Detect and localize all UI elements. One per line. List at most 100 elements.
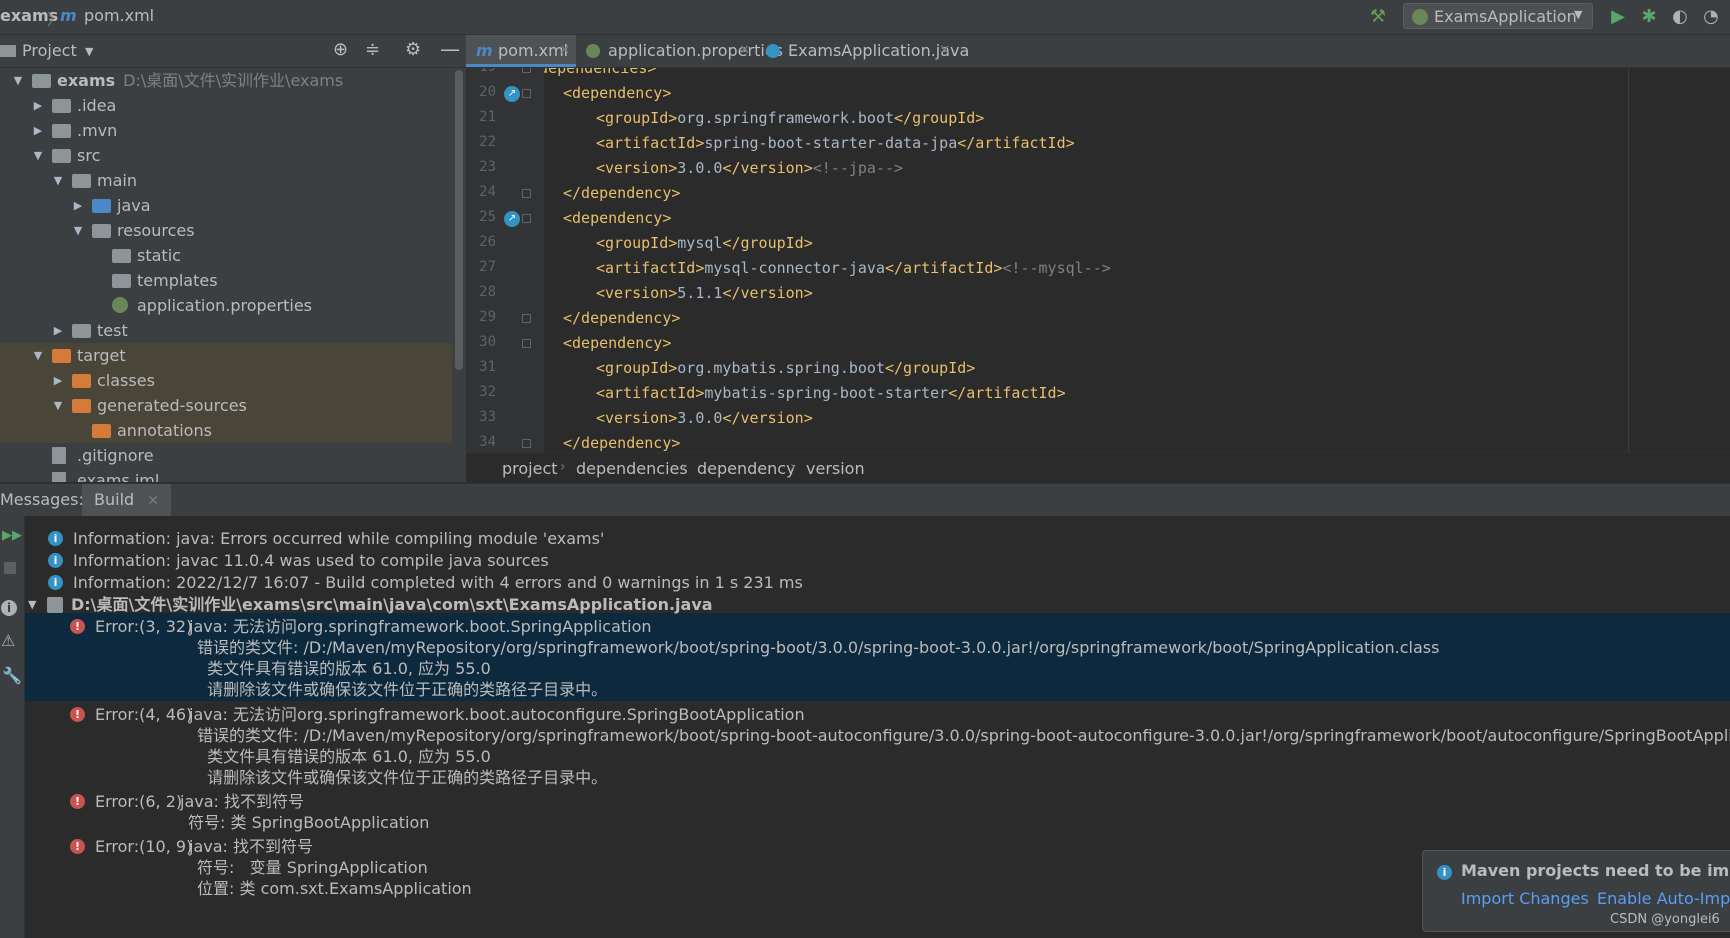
info-filter-icon[interactable]: i <box>1 600 17 616</box>
breadcrumb-file[interactable]: pom.xml <box>84 6 154 25</box>
run-icon[interactable]: ▶ <box>1607 6 1629 28</box>
tree-item[interactable]: ▼ resources <box>0 218 452 243</box>
fold-marker-icon[interactable] <box>522 439 531 448</box>
import-changes-link[interactable]: Import Changes <box>1461 889 1589 908</box>
collapse-all-icon[interactable]: ≑ <box>365 39 380 60</box>
breadcrumb-dependencies[interactable]: dependencies <box>576 459 688 478</box>
close-icon[interactable]: ✕ <box>559 35 570 67</box>
stop-icon[interactable] <box>4 562 16 574</box>
close-icon[interactable]: ✕ <box>939 35 950 67</box>
warning-filter-icon[interactable]: ⚠ <box>1 631 15 650</box>
code-line[interactable]: <version>5.1.1</version> <box>596 281 813 306</box>
code-line[interactable]: <groupId>org.springframework.boot</group… <box>596 106 984 131</box>
tree-item[interactable]: ▶ classes <box>0 368 452 393</box>
tree-item[interactable]: ▼ main <box>0 168 452 193</box>
breadcrumb-project[interactable]: project <box>502 459 558 478</box>
editor-tab[interactable]: ExamsApplication.java ✕ <box>756 35 969 67</box>
collapse-arrow-icon[interactable]: ▶ <box>52 318 64 343</box>
close-icon[interactable]: ✕ <box>739 35 750 67</box>
code-line[interactable]: <dependency> <box>563 331 671 356</box>
collapse-arrow-icon[interactable]: ▶ <box>72 193 84 218</box>
project-tree[interactable]: ▼ exams D:\桌面\文件\实训作业\exams ▶ .idea ▶ .mvn ▼ src… <box>0 68 452 482</box>
error-message[interactable]: java: 找不到符号 <box>180 791 304 812</box>
fold-marker-icon[interactable] <box>522 189 531 198</box>
project-tree-scrollbar[interactable] <box>452 68 466 482</box>
collapse-arrow-icon[interactable]: ▶ <box>32 93 44 118</box>
code-line[interactable]: <dependency> <box>563 206 671 231</box>
tree-item[interactable]: annotations <box>0 418 452 443</box>
code-line[interactable]: <groupId>org.mybatis.spring.boot</groupI… <box>596 356 975 381</box>
tree-item[interactable]: static <box>0 243 452 268</box>
code-line[interactable]: <artifactId>mybatis-spring-boot-starter<… <box>596 381 1066 406</box>
code-line[interactable]: </dependency> <box>563 306 680 331</box>
code-line[interactable]: <dependency> <box>563 81 671 106</box>
debug-icon[interactable]: ✱ <box>1638 6 1660 28</box>
code-line[interactable]: <dependencies> <box>544 68 656 81</box>
fold-marker-icon[interactable] <box>522 68 531 73</box>
code-line[interactable]: <artifactId>spring-boot-starter-data-jpa… <box>596 131 1075 156</box>
fold-marker-icon[interactable] <box>522 214 531 223</box>
chevron-down-icon[interactable]: ▼ <box>85 45 93 58</box>
tree-item[interactable]: exams.iml <box>0 468 452 482</box>
hammer-build-icon[interactable]: ⚒ <box>1367 6 1389 28</box>
message-text[interactable]: Information: javac 11.0.4 was used to co… <box>73 550 549 571</box>
tree-item[interactable]: templates <box>0 268 452 293</box>
code-line[interactable]: <groupId>mysql</groupId> <box>596 231 813 256</box>
error-message[interactable]: java: 无法访问org.springframework.boot.autoc… <box>189 704 805 725</box>
breadcrumb-version[interactable]: version <box>806 459 865 478</box>
tree-item[interactable]: ▶ .mvn <box>0 118 452 143</box>
coverage-icon[interactable]: ◐ <box>1669 6 1691 28</box>
gear-icon[interactable]: ⚙ <box>405 39 421 60</box>
code-editor[interactable]: <dependencies><dependency><groupId>org.s… <box>544 68 1730 452</box>
tree-item[interactable]: ▼ exams D:\桌面\文件\实训作业\exams <box>0 68 452 93</box>
error-message[interactable]: java: 找不到符号 <box>189 836 313 857</box>
run-configuration-select[interactable]: ExamsApplication ▼ <box>1403 3 1593 29</box>
tree-item[interactable]: ▼ generated-sources <box>0 393 452 418</box>
collapse-arrow-icon[interactable]: ▶ <box>32 118 44 143</box>
fold-marker-icon[interactable] <box>522 314 531 323</box>
locate-icon[interactable]: ⊕ <box>333 39 348 60</box>
code-line[interactable]: <version>3.0.0</version><!--jpa--> <box>596 156 903 181</box>
error-location[interactable]: Error:(4, 46) <box>95 704 192 725</box>
expand-arrow-icon[interactable]: ▼ <box>52 393 64 418</box>
error-location[interactable]: Error:(6, 2) <box>95 791 182 812</box>
tree-item[interactable]: ▶ .idea <box>0 93 452 118</box>
scrollbar-thumb[interactable] <box>455 70 463 370</box>
project-view-select[interactable]: Project <box>22 41 77 60</box>
hide-panel-icon[interactable]: — <box>440 37 460 61</box>
tree-item[interactable]: ▶ test <box>0 318 452 343</box>
rerun-icon[interactable]: ▶▶ <box>2 528 22 543</box>
expand-arrow-icon[interactable]: ▼ <box>72 218 84 243</box>
breadcrumb-dependency[interactable]: dependency <box>697 459 796 478</box>
code-line[interactable]: </dependency> <box>563 181 680 206</box>
expand-arrow-icon[interactable]: ▼ <box>28 594 36 615</box>
fold-marker-icon[interactable] <box>522 89 531 98</box>
editor-tab[interactable]: m pom.xml ✕ <box>466 35 576 67</box>
expand-arrow-icon[interactable]: ▼ <box>32 343 44 368</box>
error-message[interactable]: java: 无法访问org.springframework.boot.Sprin… <box>189 616 652 637</box>
tree-item[interactable]: ▼ target <box>0 343 452 368</box>
expand-arrow-icon[interactable]: ▼ <box>12 68 24 93</box>
editor-tab[interactable]: application.properties ✕ <box>576 35 783 67</box>
message-text[interactable]: Information: java: Errors occurred while… <box>73 528 604 549</box>
expand-arrow-icon[interactable]: ▼ <box>32 143 44 168</box>
wrench-icon[interactable]: 🔧 <box>2 666 22 685</box>
maven-dependency-icon[interactable]: ↗ <box>504 211 520 227</box>
error-location[interactable]: Error:(3, 32) <box>95 616 192 637</box>
tree-item[interactable]: .gitignore <box>0 443 452 468</box>
code-line[interactable]: <artifactId>mysql-connector-java</artifa… <box>596 256 1111 281</box>
collapse-arrow-icon[interactable]: ▶ <box>52 368 64 393</box>
close-icon[interactable]: ✕ <box>147 493 159 509</box>
profile-icon[interactable]: ◔ <box>1700 6 1722 28</box>
enable-auto-import-link[interactable]: Enable Auto-Import <box>1597 889 1730 908</box>
code-line[interactable]: </dependency> <box>563 431 680 452</box>
tree-item[interactable]: ▼ src <box>0 143 452 168</box>
message-file-path[interactable]: D:\桌面\文件\实训作业\exams\src\main\java\com\sx… <box>71 594 713 615</box>
tab-build[interactable]: Build ✕ <box>82 484 171 516</box>
fold-marker-icon[interactable] <box>522 339 531 348</box>
tree-item[interactable]: application.properties <box>0 293 452 318</box>
tree-item[interactable]: ▶ java <box>0 193 452 218</box>
error-location[interactable]: Error:(10, 9) <box>95 836 192 857</box>
maven-dependency-icon[interactable]: ↗ <box>504 86 520 102</box>
code-line[interactable]: <version>3.0.0</version> <box>596 406 813 431</box>
